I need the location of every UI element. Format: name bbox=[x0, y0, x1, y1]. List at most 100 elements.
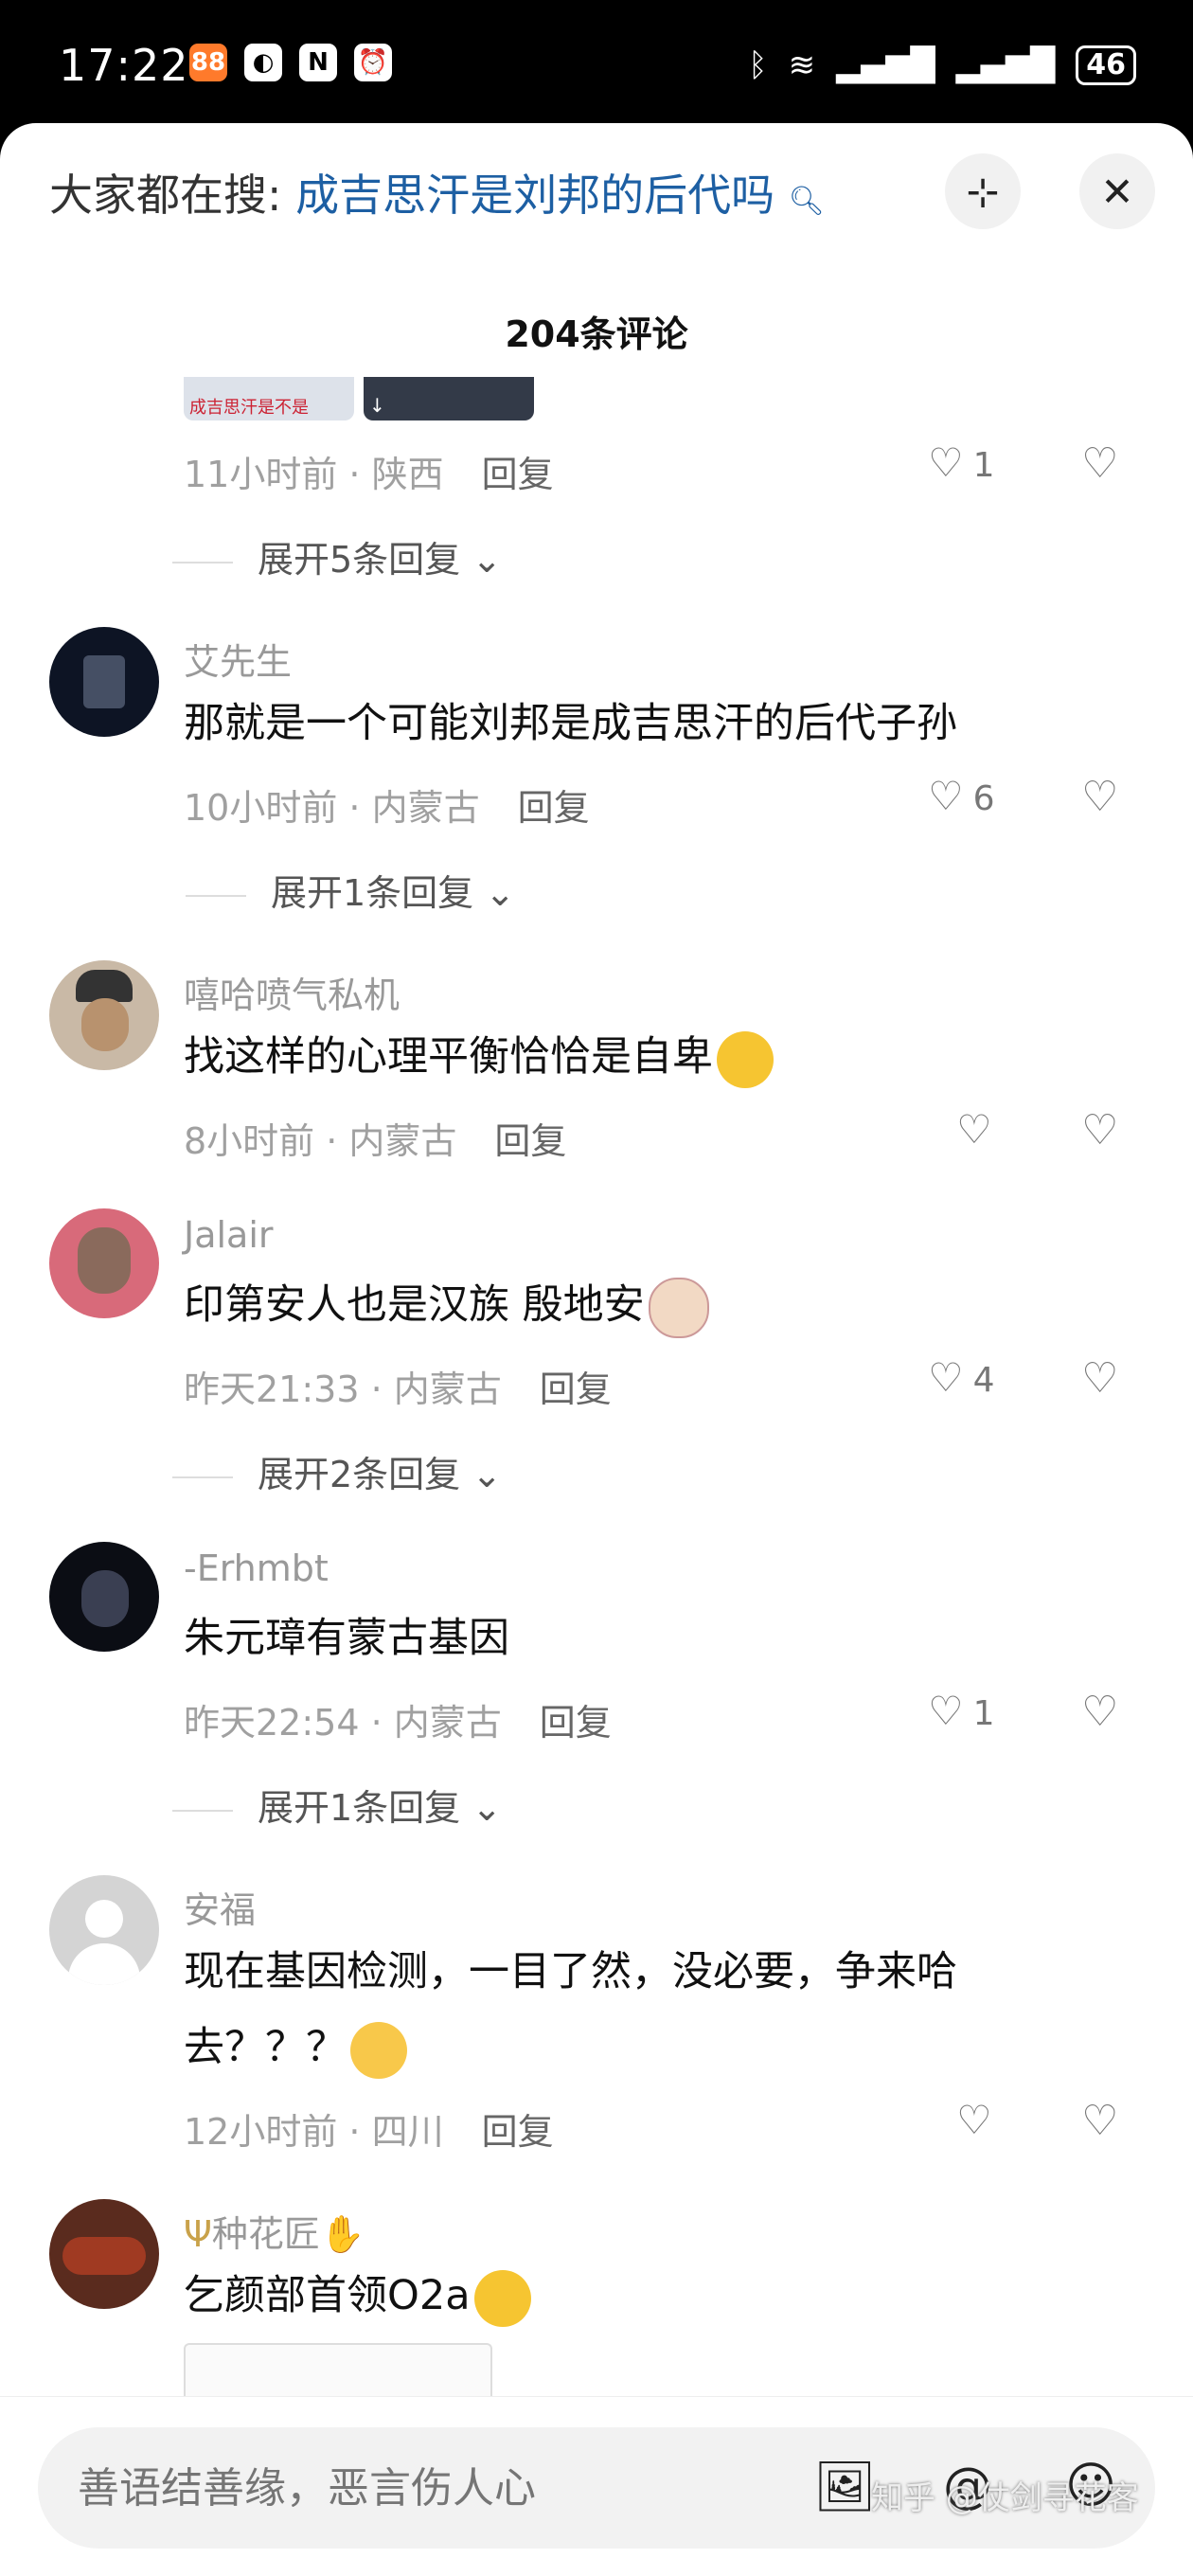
heart-icon: ♡ bbox=[928, 439, 964, 486]
chevron-down-icon: ⌄ bbox=[485, 872, 516, 914]
expand-replies[interactable]: 展开1条回复 ⌄ bbox=[172, 1779, 502, 1831]
broken-heart-icon: ♡ bbox=[1081, 1354, 1119, 1403]
like-button[interactable]: ♡ 6 bbox=[928, 773, 995, 819]
comment-author[interactable]: Ψ种花匠✋ bbox=[184, 2205, 365, 2257]
decoration-icon: ✋ bbox=[319, 2213, 365, 2255]
image-thumbnail[interactable]: ↓ bbox=[364, 377, 534, 420]
comment-time-location: 昨天22:54 · 内蒙古 bbox=[184, 1702, 502, 1744]
collapse-icon: ⊹ bbox=[966, 168, 1000, 215]
broken-heart-icon: ♡ bbox=[1081, 1106, 1119, 1154]
dislike-button[interactable]: ♡ bbox=[1081, 2097, 1118, 2145]
reply-button[interactable]: 回复 bbox=[540, 1368, 612, 1410]
finger-heart-emoji-icon bbox=[350, 2021, 407, 2079]
comment-text: 朱元璋有蒙古基因 bbox=[184, 1615, 509, 1662]
comment-author[interactable]: 艾先生 bbox=[184, 633, 292, 685]
dislike-button[interactable]: ♡ bbox=[1081, 439, 1118, 488]
comment-time-location: 10小时前 · 内蒙古 bbox=[184, 787, 480, 829]
system-indicators: ᛒ ≋ ▂▄▆█ ▂▄▆█ 46 bbox=[748, 45, 1136, 85]
broken-heart-icon: ♡ bbox=[1081, 2097, 1119, 2145]
like-count: 4 bbox=[972, 1361, 995, 1400]
avatar[interactable] bbox=[49, 627, 159, 737]
comment-input[interactable] bbox=[76, 2463, 723, 2513]
suggested-search[interactable]: 大家都在搜: 成吉思汗是刘邦的后代吗 🔍︎ bbox=[49, 161, 825, 224]
comment-meta: 10小时前 · 内蒙古 回复 bbox=[184, 778, 590, 831]
reply-button[interactable]: 回复 bbox=[540, 1702, 612, 1744]
comment-text-content: 现在基因检测，一目了然，没必要，争来哈去？？？ bbox=[184, 1948, 957, 2071]
comment-text: 那就是一个可能刘邦是成吉思汗的后代子孙 bbox=[184, 700, 957, 747]
comment-time-location: 昨天21:33 · 内蒙古 bbox=[184, 1368, 502, 1410]
nfc-icon: N bbox=[299, 44, 337, 81]
like-button[interactable]: ♡ 4 bbox=[928, 1354, 995, 1401]
status-bar: 17:22 88 ◐ N ⏰ ᛒ ≋ ▂▄▆█ ▂▄▆█ 46 bbox=[0, 0, 1193, 133]
image-thumbnails[interactable]: 成吉思汗是不是 ↓ bbox=[184, 377, 534, 420]
avatar[interactable] bbox=[49, 2199, 159, 2309]
dislike-button[interactable]: ♡ bbox=[1081, 1688, 1118, 1736]
comment-text-content: 印第安人也是汉族 殷地安 bbox=[184, 1281, 645, 1329]
comment-author[interactable]: 安福 bbox=[184, 1881, 256, 1933]
reply-button[interactable]: 回复 bbox=[518, 787, 590, 829]
divider bbox=[172, 1476, 233, 1478]
close-icon: ✕ bbox=[1100, 168, 1134, 215]
image-thumbnail[interactable]: 成吉思汗是不是 bbox=[184, 377, 354, 420]
comment-meta: 昨天21:33 · 内蒙古 回复 bbox=[184, 1360, 612, 1412]
app-notification-icon: ◐ bbox=[244, 44, 282, 81]
comment-text: 现在基因检测，一目了然，没必要，争来哈去？？？ bbox=[184, 1934, 1074, 2085]
wifi-icon: ≋ bbox=[788, 46, 816, 84]
comment-time-location: 8小时前 · 内蒙古 bbox=[184, 1120, 457, 1162]
close-button[interactable]: ✕ bbox=[1079, 153, 1155, 229]
avatar[interactable] bbox=[49, 1875, 159, 1985]
broken-heart-icon: ♡ bbox=[1081, 439, 1119, 488]
avatar[interactable] bbox=[49, 1542, 159, 1652]
heart-icon: ♡ bbox=[928, 1688, 964, 1734]
comment-author[interactable]: -Erhmbt bbox=[184, 1547, 329, 1589]
app-notification-icon: 88 bbox=[189, 44, 227, 81]
like-count: 1 bbox=[972, 1694, 995, 1733]
comment-author[interactable]: Jalair bbox=[184, 1214, 274, 1256]
comment-text: 印第安人也是汉族 殷地安 bbox=[184, 1267, 1074, 1343]
reply-button[interactable]: 回复 bbox=[482, 2111, 554, 2153]
download-icon: ↓ bbox=[369, 394, 385, 417]
comment-count: 204条评论 bbox=[505, 313, 688, 355]
heart-icon: ♡ bbox=[928, 1354, 964, 1401]
comment-text-content: 乞颜部首领O2a bbox=[184, 2272, 471, 2319]
like-button[interactable]: ♡ 1 bbox=[928, 439, 995, 486]
chevron-down-icon: ⌄ bbox=[472, 1787, 503, 1829]
avatar[interactable] bbox=[49, 1208, 159, 1318]
expand-label: 展开2条回复 bbox=[258, 1454, 461, 1495]
search-prefix: 大家都在搜: bbox=[49, 170, 282, 221]
dislike-button[interactable]: ♡ bbox=[1081, 1106, 1118, 1154]
comment-meta: 8小时前 · 内蒙古 回复 bbox=[184, 1112, 566, 1164]
comment-text: 乞颜部首领O2a bbox=[184, 2258, 1074, 2334]
avatar[interactable] bbox=[49, 960, 159, 1070]
expand-replies[interactable]: 展开5条回复 ⌄ bbox=[172, 530, 502, 582]
collapse-button[interactable]: ⊹ bbox=[945, 153, 1021, 229]
thinking-emoji-icon bbox=[473, 2269, 531, 2327]
dog-emoji-icon bbox=[648, 1277, 709, 1338]
like-button[interactable]: ♡ 1 bbox=[928, 1688, 995, 1734]
expand-replies[interactable]: 展开2条回复 ⌄ bbox=[172, 1445, 502, 1497]
reply-button[interactable]: 回复 bbox=[482, 454, 554, 495]
heart-icon: ♡ bbox=[956, 2097, 992, 2143]
divider bbox=[172, 561, 233, 564]
dislike-button[interactable]: ♡ bbox=[1081, 1354, 1118, 1403]
alarm-icon: ⏰ bbox=[354, 44, 392, 81]
comment-time-location: 12小时前 · 四川 bbox=[184, 2111, 444, 2153]
comment-meta: 昨天22:54 · 内蒙古 回复 bbox=[184, 1693, 612, 1745]
comment-time-location: 11小时前 · 陕西 bbox=[184, 454, 444, 495]
search-query-link[interactable]: 成吉思汗是刘邦的后代吗 bbox=[295, 170, 775, 221]
comment-author[interactable]: 嘻哈喷气私机 bbox=[184, 966, 400, 1018]
battery-icon: 46 bbox=[1076, 45, 1136, 85]
reply-button[interactable]: 回复 bbox=[494, 1120, 566, 1162]
comment-meta: 12小时前 · 四川 回复 bbox=[184, 2102, 554, 2155]
comment-meta: 11小时前 · 陕西 回复 bbox=[184, 445, 554, 497]
like-button[interactable]: ♡ bbox=[956, 1106, 992, 1153]
like-button[interactable]: ♡ bbox=[956, 2097, 992, 2143]
search-icon: 🔍︎ bbox=[788, 185, 825, 218]
dislike-button[interactable]: ♡ bbox=[1081, 773, 1118, 821]
divider bbox=[172, 1809, 233, 1812]
expand-replies[interactable]: 展开1条回复 ⌄ bbox=[186, 864, 515, 916]
image-icon[interactable]: 🖼︎ bbox=[813, 2456, 876, 2516]
notification-icons: 88 ◐ N ⏰ bbox=[189, 44, 392, 81]
comment-text-content: 找这样的心理平衡恰恰是自卑 bbox=[184, 1033, 713, 1081]
expand-label: 展开5条回复 bbox=[258, 539, 461, 581]
